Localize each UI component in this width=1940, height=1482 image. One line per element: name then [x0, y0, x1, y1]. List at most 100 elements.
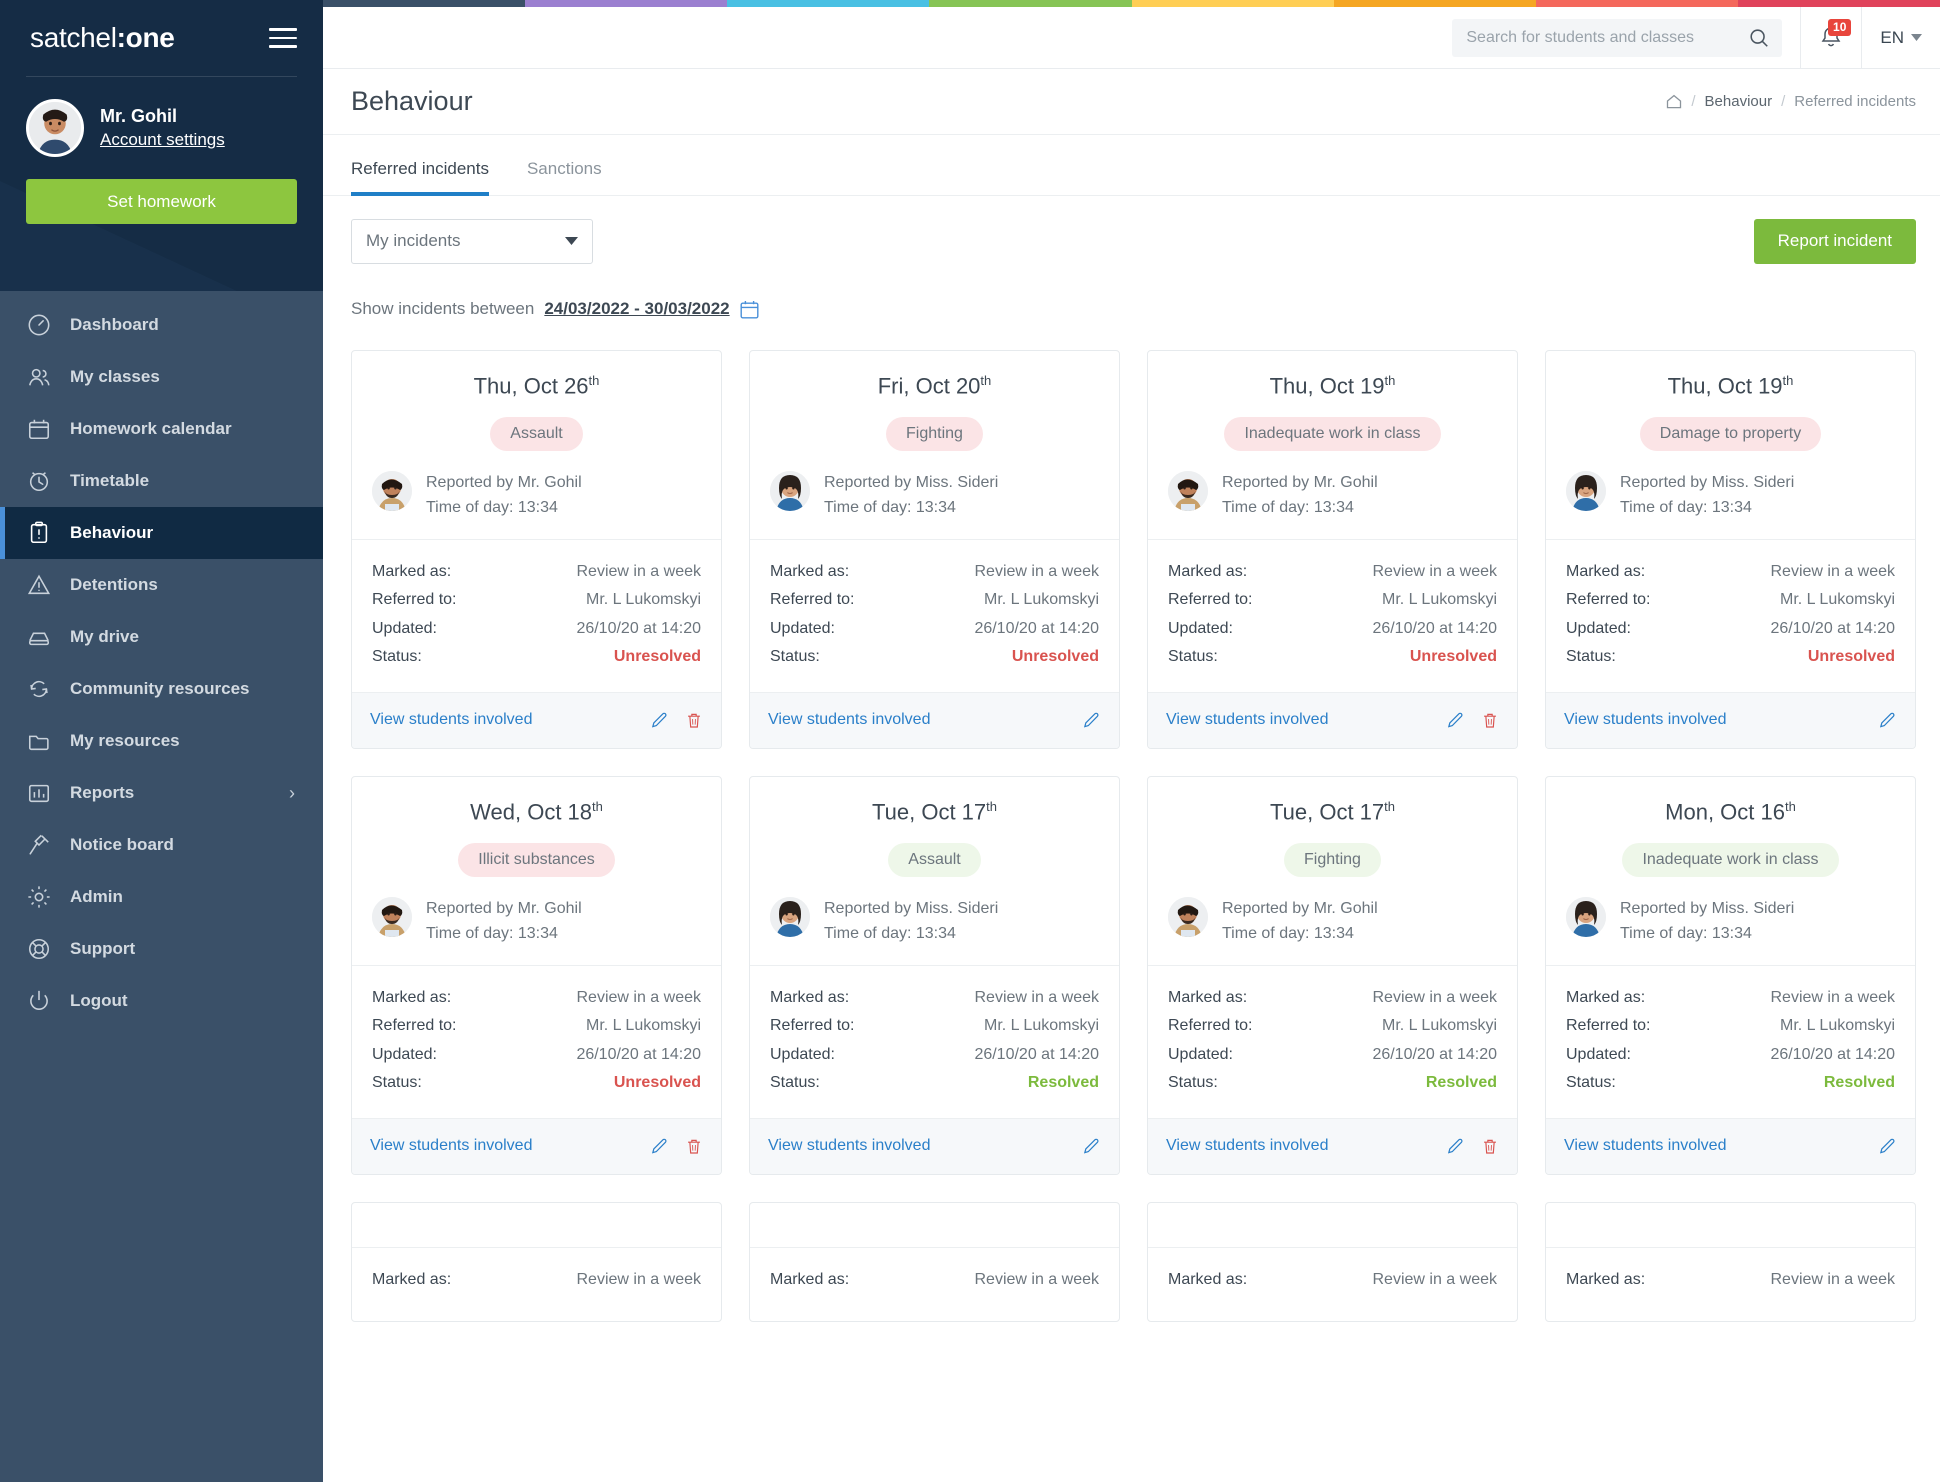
sidebar-item-my-drive[interactable]: My drive — [0, 611, 323, 663]
app-logo[interactable]: satchel:one — [30, 22, 175, 54]
view-students-link[interactable]: View students involved — [1564, 711, 1726, 729]
detail-updated: Updated: 26/10/20 at 14:20 — [1566, 1041, 1895, 1069]
date-range-value[interactable]: 24/03/2022 - 30/03/2022 — [544, 299, 729, 319]
trash-icon[interactable] — [685, 711, 703, 730]
detail-value: Review in a week — [576, 988, 702, 1006]
sidebar-item-label: Community resources — [70, 679, 250, 698]
detail-label: Referred to: — [372, 591, 457, 609]
view-students-link[interactable]: View students involved — [1166, 711, 1328, 729]
language-selector[interactable]: EN — [1880, 28, 1922, 48]
home-icon[interactable] — [1666, 94, 1682, 109]
view-students-link[interactable]: View students involved — [1166, 1137, 1328, 1155]
incident-card: Thu, Oct 19th Damage to property Reported … — [1545, 350, 1916, 749]
sidebar-item-detentions[interactable]: Detentions — [0, 559, 323, 611]
incident-scope-select[interactable]: My incidents — [351, 218, 593, 264]
view-students-link[interactable]: View students involved — [370, 711, 532, 729]
pencil-icon[interactable] — [1446, 1137, 1465, 1156]
sidebar-item-support[interactable]: Support — [0, 923, 323, 975]
pencil-icon[interactable] — [650, 1137, 669, 1156]
sidebar-item-label: Behaviour — [70, 523, 154, 542]
sidebar-item-label: Dashboard — [70, 315, 159, 334]
card-details: Marked as: Review in a week Referred to: Mr… — [1148, 964, 1517, 1118]
pencil-icon[interactable] — [1446, 711, 1465, 730]
pencil-icon[interactable] — [1082, 1137, 1101, 1156]
rainbow-segment-1 — [323, 0, 526, 7]
incident-date-text: Tue, Oct 17 — [1270, 799, 1385, 825]
filter-bar: My incidents Report incident — [323, 196, 1940, 286]
sidebar-item-logout[interactable]: Logout — [0, 975, 323, 1027]
detail-marked-as: Marked as: Review in a week — [372, 1266, 701, 1294]
reporter-meta: Reported by Miss. Sideri Time of day: 13:… — [824, 897, 998, 947]
calendar-icon[interactable] — [740, 300, 759, 319]
trash-icon[interactable] — [1481, 1137, 1499, 1156]
breadcrumb-item-behaviour[interactable]: Behaviour — [1705, 93, 1773, 110]
sidebar-item-behaviour[interactable]: Behaviour — [0, 507, 323, 559]
sidebar-item-label: Logout — [70, 991, 128, 1010]
sidebar-item-admin[interactable]: Admin — [0, 871, 323, 923]
sidebar-nav: Dashboard My classes Homework calendar Time… — [0, 291, 323, 1027]
incident-date-text: Fri, Oct 20 — [877, 373, 981, 399]
sidebar-item-my-classes[interactable]: My classes — [0, 351, 323, 403]
reporter-row: Reported by Miss. Sideri Time of day: 13:… — [770, 897, 1099, 947]
view-students-link[interactable]: View students involved — [768, 711, 930, 729]
pencil-icon[interactable] — [1082, 711, 1101, 730]
sidebar-item-homework-calendar[interactable]: Homework calendar — [0, 403, 323, 455]
reporter-meta: Reported by Miss. Sideri Time of day: 13:… — [1620, 471, 1794, 521]
card-header — [352, 1203, 721, 1247]
card-actions — [1082, 1137, 1101, 1156]
tab-bar: Referred incidents Sanctions — [323, 134, 1940, 196]
user-name: Mr. Gohil — [100, 105, 178, 126]
sidebar-item-label: My resources — [70, 731, 180, 750]
sidebar-item-my-resources[interactable]: My resources — [0, 715, 323, 767]
hamburger-menu-icon[interactable] — [269, 28, 297, 48]
tab-referred-incidents[interactable]: Referred incidents — [351, 159, 489, 196]
time-of-day: Time of day: 13:34 — [1222, 499, 1354, 517]
view-students-link[interactable]: View students involved — [370, 1137, 532, 1155]
sidebar-item-dashboard[interactable]: Dashboard — [0, 299, 323, 351]
time-of-day: Time of day: 13:34 — [1620, 499, 1752, 517]
pencil-icon[interactable] — [1878, 1137, 1897, 1156]
search-input[interactable] — [1466, 28, 1749, 47]
view-students-link[interactable]: View students involved — [768, 1137, 930, 1155]
detail-updated: Updated: 26/10/20 at 14:20 — [1168, 1041, 1497, 1069]
status-badge: Resolved — [1823, 1074, 1895, 1092]
tab-sanctions[interactable]: Sanctions — [527, 159, 602, 195]
trash-icon[interactable] — [685, 1137, 703, 1156]
set-homework-button[interactable]: Set homework — [26, 179, 297, 224]
detail-value: Review in a week — [1770, 562, 1896, 580]
detail-marked-as: Marked as: Review in a week — [1566, 1266, 1895, 1294]
avatar[interactable] — [26, 99, 84, 157]
card-footer: View students involved — [352, 1117, 721, 1174]
folder-icon — [26, 728, 52, 754]
card-header — [1546, 1203, 1915, 1247]
incident-card: Marked as: Review in a week — [1147, 1201, 1518, 1322]
detail-value: Review in a week — [1770, 988, 1896, 1006]
incident-date-text: Tue, Oct 17 — [872, 799, 987, 825]
rainbow-segment-3 — [727, 0, 930, 7]
detail-label: Status: — [770, 648, 820, 666]
search-box[interactable] — [1452, 18, 1783, 57]
account-settings-link[interactable]: Account settings — [100, 128, 225, 152]
sidebar-item-community-resources[interactable]: Community resources — [0, 663, 323, 715]
report-incident-button[interactable]: Report incident — [1753, 218, 1916, 264]
time-of-day: Time of day: 13:34 — [1222, 924, 1354, 942]
detail-marked-as: Marked as: Review in a week — [1168, 558, 1497, 586]
search-icon[interactable] — [1748, 27, 1770, 49]
sidebar-item-timetable[interactable]: Timetable — [0, 455, 323, 507]
detail-label: Updated: — [372, 1045, 437, 1063]
view-students-link[interactable]: View students involved — [1564, 1137, 1726, 1155]
trash-icon[interactable] — [1481, 711, 1499, 730]
notifications-button[interactable]: 10 — [1800, 6, 1863, 69]
reported-by: Reported by Mr. Gohil — [426, 900, 582, 918]
breadcrumb-sep-2: / — [1781, 93, 1786, 110]
pencil-icon[interactable] — [650, 711, 669, 730]
detail-value: Mr. L Lukomskyi — [586, 591, 701, 609]
incident-type-badge: Illicit substances — [458, 843, 615, 878]
sidebar-item-reports[interactable]: Reports › — [0, 767, 323, 819]
reporter-row: Reported by Miss. Sideri Time of day: 13:… — [770, 471, 1099, 521]
pencil-icon[interactable] — [1878, 711, 1897, 730]
card-actions — [1878, 1137, 1897, 1156]
card-header: Thu, Oct 19th Inadequate work in class Rep… — [1148, 351, 1517, 539]
sidebar-item-notice-board[interactable]: Notice board — [0, 819, 323, 871]
chevron-right-icon[interactable]: › — [289, 783, 295, 804]
